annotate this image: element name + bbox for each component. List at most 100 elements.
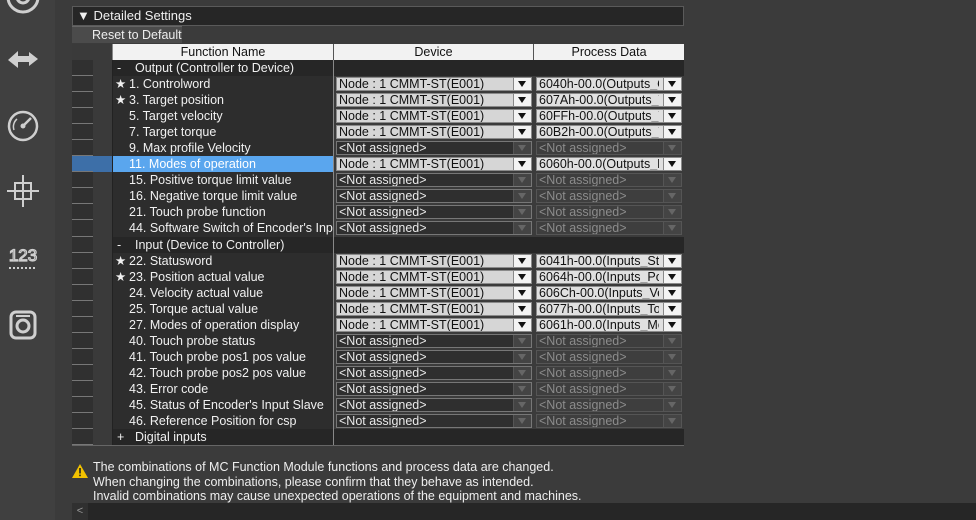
collapse-icon[interactable]: - bbox=[115, 60, 135, 76]
device-dropdown[interactable]: Node : 1 CMMT-ST(E001) bbox=[336, 93, 532, 108]
device-dropdown[interactable]: <Not assigned> bbox=[336, 414, 532, 429]
function-name-cell[interactable]: 11. Modes of operation bbox=[113, 156, 334, 173]
table-row[interactable]: 15. Positive torque limit value <Not assi… bbox=[72, 172, 684, 189]
process-data-dropdown[interactable]: 6040h-00.0(Outputs_Co bbox=[536, 77, 682, 92]
chevron-down-icon[interactable] bbox=[513, 110, 531, 123]
device-dropdown[interactable]: <Not assigned> bbox=[336, 189, 532, 204]
process-data-dropdown[interactable]: 6041h-00.0(Inputs_Stat bbox=[536, 253, 682, 268]
process-data-dropdown[interactable]: <Not assigned> bbox=[536, 189, 682, 204]
chevron-down-icon[interactable] bbox=[663, 174, 681, 187]
process-data-dropdown[interactable]: 6064h-00.0(Inputs_Pos bbox=[536, 269, 682, 284]
device-dropdown[interactable]: <Not assigned> bbox=[336, 333, 532, 348]
chevron-down-icon[interactable] bbox=[513, 126, 531, 139]
group-label-cell[interactable]: - Input (Device to Controller) bbox=[113, 236, 334, 253]
table-row[interactable]: 40. Touch probe status <Not assigned> <Not… bbox=[72, 332, 684, 349]
group-row[interactable]: - Input (Device to Controller) bbox=[72, 236, 684, 253]
function-name-cell[interactable]: 27. Modes of operation display bbox=[113, 316, 334, 333]
chevron-down-icon[interactable] bbox=[513, 190, 531, 203]
process-data-dropdown[interactable]: <Not assigned> bbox=[536, 141, 682, 156]
group-row[interactable]: + Digital inputs bbox=[72, 429, 684, 446]
process-data-dropdown[interactable]: <Not assigned> bbox=[536, 397, 682, 412]
device-dropdown[interactable]: Node : 1 CMMT-ST(E001) bbox=[336, 125, 532, 140]
chevron-down-icon[interactable] bbox=[513, 94, 531, 107]
chevron-down-icon[interactable] bbox=[513, 350, 531, 363]
function-name-cell[interactable]: 46. Reference Position for csp bbox=[113, 413, 334, 430]
process-data-dropdown[interactable]: <Not assigned> bbox=[536, 414, 682, 429]
group-label-cell[interactable]: + Digital inputs bbox=[113, 429, 334, 446]
chevron-down-icon[interactable] bbox=[663, 126, 681, 139]
chevron-down-icon[interactable] bbox=[663, 94, 681, 107]
process-data-dropdown[interactable]: 607Ah-00.0(Outputs_Ta bbox=[536, 93, 682, 108]
process-data-dropdown[interactable]: <Not assigned> bbox=[536, 221, 682, 236]
chevron-down-icon[interactable] bbox=[663, 382, 681, 395]
table-row[interactable]: ★ 3. Target position Node : 1 CMMT-ST(E001… bbox=[72, 92, 684, 109]
device-dropdown[interactable]: <Not assigned> bbox=[336, 141, 532, 156]
device-dropdown[interactable]: <Not assigned> bbox=[336, 349, 532, 364]
chevron-down-icon[interactable] bbox=[513, 206, 531, 219]
chevron-down-icon[interactable] bbox=[513, 286, 531, 299]
process-data-dropdown[interactable]: 6060h-00.0(Outputs_Mo bbox=[536, 157, 682, 172]
chevron-down-icon[interactable] bbox=[663, 158, 681, 171]
device-dropdown[interactable]: Node : 1 CMMT-ST(E001) bbox=[336, 77, 532, 92]
chevron-down-icon[interactable] bbox=[663, 302, 681, 315]
table-row[interactable]: 43. Error code <Not assigned> <Not assigne… bbox=[72, 380, 684, 397]
chevron-down-icon[interactable] bbox=[663, 286, 681, 299]
speedometer-icon[interactable] bbox=[2, 104, 44, 146]
table-row[interactable]: 46. Reference Position for csp <Not assig… bbox=[72, 413, 684, 430]
chevron-down-icon[interactable] bbox=[663, 334, 681, 347]
process-data-dropdown[interactable]: <Not assigned> bbox=[536, 173, 682, 188]
chevron-down-icon[interactable] bbox=[513, 382, 531, 395]
table-row[interactable]: 41. Touch probe pos1 pos value <Not assig… bbox=[72, 348, 684, 365]
chevron-down-icon[interactable] bbox=[663, 142, 681, 155]
table-row[interactable]: 42. Touch probe pos2 pos value <Not assig… bbox=[72, 364, 684, 381]
gauge-partial-icon[interactable] bbox=[2, 0, 44, 18]
group-label-cell[interactable]: - Output (Controller to Device) bbox=[113, 60, 334, 77]
chevron-down-icon[interactable] bbox=[663, 190, 681, 203]
horizontal-scrollbar[interactable]: < bbox=[72, 503, 976, 520]
function-name-cell[interactable]: 9. Max profile Velocity bbox=[113, 140, 334, 157]
function-name-cell[interactable]: 7. Target torque bbox=[113, 124, 334, 141]
function-name-cell[interactable]: 40. Touch probe status bbox=[113, 332, 334, 349]
column-header-process-data[interactable]: Process Data bbox=[534, 44, 684, 60]
function-name-cell[interactable]: ★ 3. Target position bbox=[113, 92, 334, 109]
chevron-down-icon[interactable] bbox=[663, 110, 681, 123]
chevron-down-icon[interactable] bbox=[663, 78, 681, 91]
process-data-dropdown[interactable]: <Not assigned> bbox=[536, 205, 682, 220]
function-name-cell[interactable]: 21. Touch probe function bbox=[113, 204, 334, 221]
process-data-dropdown[interactable]: 6061h-00.0(Inputs_Mo bbox=[536, 317, 682, 332]
process-data-dropdown[interactable]: 60B2h-00.0(Outputs_To bbox=[536, 125, 682, 140]
device-dropdown[interactable]: <Not assigned> bbox=[336, 381, 532, 396]
device-dropdown[interactable]: <Not assigned> bbox=[336, 221, 532, 236]
device-dropdown[interactable]: Node : 1 CMMT-ST(E001) bbox=[336, 317, 532, 332]
table-row[interactable]: 45. Status of Encoder's Input Slave <Not … bbox=[72, 396, 684, 414]
process-data-dropdown[interactable]: <Not assigned> bbox=[536, 333, 682, 348]
process-data-dropdown[interactable]: 606Ch-00.0(Inputs_Velo bbox=[536, 285, 682, 300]
table-row[interactable]: 5. Target velocity Node : 1 CMMT-ST(E001)… bbox=[72, 108, 684, 125]
chevron-down-icon[interactable] bbox=[513, 254, 531, 267]
function-name-cell[interactable]: 24. Velocity actual value bbox=[113, 284, 334, 301]
table-row[interactable]: ★ 1. Controlword Node : 1 CMMT-ST(E001) 604… bbox=[72, 76, 684, 93]
chevron-down-icon[interactable] bbox=[513, 174, 531, 187]
chevron-down-icon[interactable] bbox=[513, 415, 531, 428]
device-dropdown[interactable]: Node : 1 CMMT-ST(E001) bbox=[336, 301, 532, 316]
table-row[interactable]: 21. Touch probe function <Not assigned> <N… bbox=[72, 204, 684, 221]
table-row[interactable]: 11. Modes of operation Node : 1 CMMT-ST(E… bbox=[72, 156, 684, 173]
table-row[interactable]: 7. Target torque Node : 1 CMMT-ST(E001) 60… bbox=[72, 124, 684, 141]
chevron-down-icon[interactable] bbox=[513, 398, 531, 411]
process-data-dropdown[interactable]: <Not assigned> bbox=[536, 365, 682, 380]
device-dropdown[interactable]: Node : 1 CMMT-ST(E001) bbox=[336, 253, 532, 268]
table-row[interactable]: 16. Negative torque limit value <Not assi… bbox=[72, 188, 684, 205]
function-name-cell[interactable]: 25. Torque actual value bbox=[113, 300, 334, 317]
chevron-down-icon[interactable] bbox=[513, 222, 531, 235]
table-row[interactable]: 24. Velocity actual value Node : 1 CMMT-S… bbox=[72, 284, 684, 301]
expand-icon[interactable]: + bbox=[115, 429, 135, 445]
detailed-settings-header[interactable]: ▼ Detailed Settings bbox=[72, 6, 684, 26]
collapse-icon[interactable]: - bbox=[115, 237, 135, 253]
device-dropdown[interactable]: Node : 1 CMMT-ST(E001) bbox=[336, 109, 532, 124]
function-name-cell[interactable]: 15. Positive torque limit value bbox=[113, 172, 334, 189]
chevron-down-icon[interactable] bbox=[513, 142, 531, 155]
table-row[interactable]: 44. Software Switch of Encoder's Input <N… bbox=[72, 220, 684, 237]
chevron-down-icon[interactable] bbox=[513, 302, 531, 315]
transfer-arrows-icon[interactable] bbox=[2, 38, 44, 80]
process-data-dropdown[interactable]: <Not assigned> bbox=[536, 381, 682, 396]
